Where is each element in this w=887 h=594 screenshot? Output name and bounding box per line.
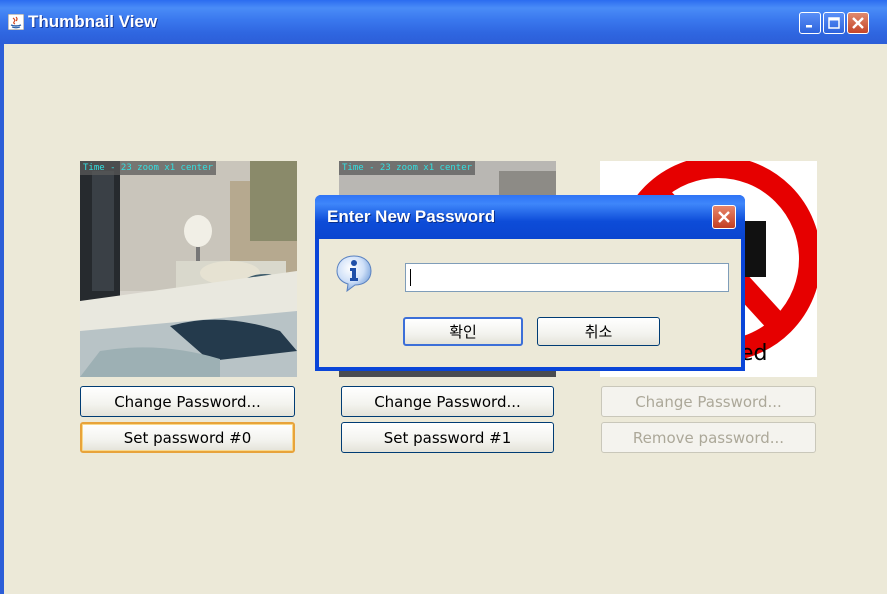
dialog-title: Enter New Password (327, 207, 496, 226)
change-password-button-2: Change Password... (601, 386, 816, 417)
remove-password-button-2: Remove password... (601, 422, 816, 453)
dialog-close-button[interactable] (712, 205, 736, 229)
text-caret (410, 269, 411, 286)
change-password-button-0[interactable]: Change Password... (80, 386, 295, 417)
bedroom-image (80, 161, 297, 377)
thumbnail-image-0[interactable]: Time - 23 zoom x1 center (80, 161, 297, 377)
set-password-button-1[interactable]: Set password #1 (341, 422, 554, 453)
thumbnail-overlay-1: Time - 23 zoom x1 center (339, 161, 476, 175)
thumbnail-view-window: Thumbnail View Time - 23 zoom x1 center … (0, 0, 887, 594)
minimize-icon (806, 25, 812, 28)
maximize-button[interactable] (823, 12, 845, 34)
info-icon (336, 255, 372, 292)
window-title: Thumbnail View (28, 12, 158, 31)
close-icon (852, 17, 864, 29)
window-close-button[interactable] (847, 12, 869, 34)
ok-button[interactable]: 확인 (403, 317, 523, 346)
java-app-icon (8, 14, 24, 30)
minimize-button[interactable] (799, 12, 821, 34)
enter-password-dialog: Enter New Password 확인 취소 (315, 195, 745, 371)
cancel-button[interactable]: 취소 (537, 317, 660, 346)
window-titlebar[interactable]: Thumbnail View (0, 0, 887, 44)
dialog-body: 확인 취소 (319, 239, 741, 367)
password-input[interactable] (405, 263, 729, 292)
close-icon (718, 211, 730, 223)
change-password-button-1[interactable]: Change Password... (341, 386, 554, 417)
dialog-titlebar[interactable]: Enter New Password (315, 195, 745, 239)
set-password-button-0[interactable]: Set password #0 (80, 422, 295, 453)
maximize-icon (828, 17, 840, 29)
thumbnail-overlay-0: Time - 23 zoom x1 center (80, 161, 217, 175)
window-left-border (0, 44, 4, 594)
